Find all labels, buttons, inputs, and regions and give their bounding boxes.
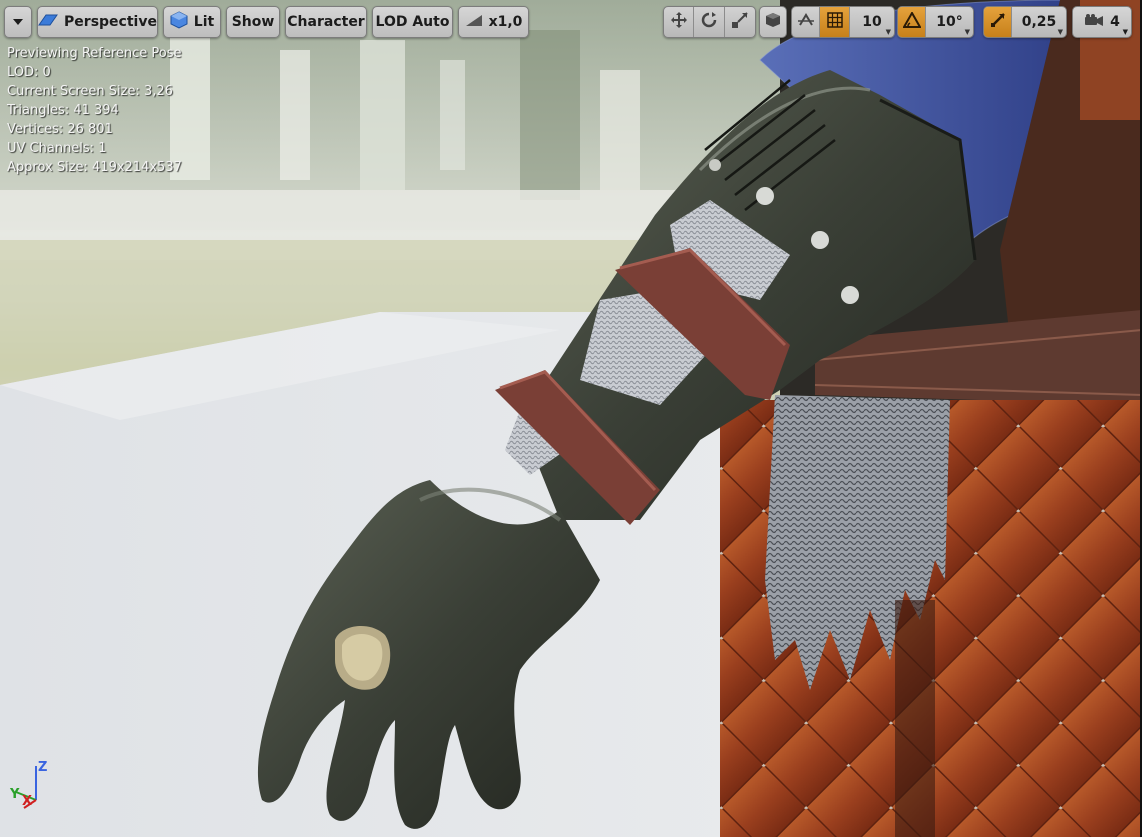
grid-icon [826, 12, 843, 32]
viewport-stats: Previewing Reference Pose LOD: 0 Current… [7, 44, 182, 177]
lit-button[interactable]: Lit [163, 6, 221, 38]
rotation-snap-toggle[interactable] [898, 7, 926, 37]
angle-icon [901, 10, 922, 32]
transform-tools [663, 6, 756, 38]
stats-line: Triangles: 41 394 [7, 103, 119, 118]
lit-label: Lit [193, 14, 215, 30]
axis-y-label: Y [10, 787, 20, 802]
stats-line: LOD: 0 [7, 65, 51, 80]
axis-gizmo: Z Y X [8, 760, 58, 812]
character-label: Character [287, 14, 365, 30]
surface-snap-button[interactable] [759, 6, 787, 38]
stats-line: Previewing Reference Pose [7, 46, 182, 61]
scale-icon [731, 11, 749, 33]
caret-icon: ▼ [885, 28, 891, 36]
camera-icon [1084, 13, 1104, 31]
rotate-tool-button[interactable] [694, 7, 725, 37]
perspective-button[interactable]: Perspective [37, 6, 158, 38]
play-speed-button[interactable]: x1,0 [458, 6, 529, 38]
grid-snap-toggle[interactable] [820, 7, 850, 37]
rotate-icon [700, 11, 718, 33]
caret-icon: ▼ [1122, 28, 1128, 36]
caret-icon: ▼ [1057, 28, 1063, 36]
rotation-snap-value: 10° [936, 14, 963, 30]
axis-z-label: Z [38, 760, 48, 775]
grid-snap-group: 10 ▼ [791, 6, 895, 38]
move-icon [670, 11, 688, 33]
scale-snap-value: 0,25 [1021, 14, 1057, 30]
scale-arrow-icon [990, 12, 1006, 32]
cube-icon [765, 12, 781, 32]
stats-line: UV Channels: 1 [7, 141, 107, 156]
scale-tool-button[interactable] [725, 7, 755, 37]
perspective-label: Perspective [64, 14, 157, 30]
character-button[interactable]: Character [285, 6, 367, 38]
show-label: Show [231, 14, 275, 30]
perspective-icon [38, 13, 58, 31]
play-speed-icon [465, 13, 483, 31]
lod-label: LOD Auto [375, 14, 450, 30]
camera-speed-button[interactable]: 4 ▼ [1072, 6, 1132, 38]
rotation-snap-value-dropdown[interactable]: 10° ▼ [926, 7, 973, 37]
rotation-snap-group: 10° ▼ [897, 6, 974, 38]
scale-snap-value-dropdown[interactable]: 0,25 ▼ [1012, 7, 1066, 37]
world-local-button[interactable] [792, 7, 820, 37]
move-tool-button[interactable] [664, 7, 695, 37]
scale-snap-group: 0,25 ▼ [983, 6, 1067, 38]
grid-snap-value-dropdown[interactable]: 10 ▼ [850, 7, 894, 37]
lod-button[interactable]: LOD Auto [372, 6, 453, 38]
caret-icon: ▼ [964, 28, 970, 36]
camera-speed-value: 4 [1110, 14, 1120, 30]
globe-icon [797, 11, 815, 33]
cube-icon [170, 11, 188, 33]
scale-snap-toggle[interactable] [984, 7, 1012, 37]
viewport[interactable]: Perspective Lit Show Character LOD Auto … [0, 0, 1142, 837]
grid-snap-value: 10 [862, 14, 882, 30]
play-speed-label: x1,0 [488, 14, 523, 30]
view-options-button[interactable] [4, 6, 32, 38]
stats-line: Vertices: 26 801 [7, 122, 113, 137]
stats-line: Approx Size: 419x214x537 [7, 160, 182, 175]
show-button[interactable]: Show [226, 6, 280, 38]
chevron-down-icon [12, 14, 24, 30]
stats-line: Current Screen Size: 3,26 [7, 84, 173, 99]
axis-x-label: X [22, 794, 33, 809]
viewport-toolbar: Perspective Lit Show Character LOD Auto … [0, 0, 1142, 44]
